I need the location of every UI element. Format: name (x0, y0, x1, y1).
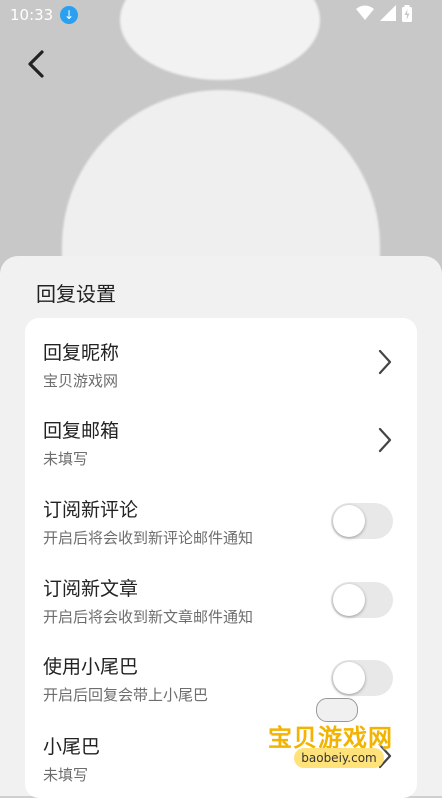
toggle-knob (333, 662, 365, 694)
wifi-icon (356, 5, 374, 20)
setting-title: 使用小尾巴 (43, 656, 139, 678)
setting-subtitle: 开启后将会收到新评论邮件通知 (43, 529, 254, 547)
setting-reply-email[interactable]: 回复邮箱 未填写 (25, 402, 417, 480)
chevron-left-icon (28, 50, 44, 78)
setting-title: 回复邮箱 (43, 420, 120, 442)
status-time: 10:33 (10, 6, 54, 24)
setting-subtitle: 未填写 (43, 450, 89, 468)
setting-title: 小尾巴 (43, 736, 101, 758)
chevron-right-icon (378, 349, 392, 375)
sheet-title: 回复设置 (36, 282, 116, 306)
download-icon: ↓ (60, 6, 78, 24)
setting-reply-nickname[interactable]: 回复昵称 宝贝游戏网 (25, 324, 417, 402)
site-watermark: 宝贝游戏网 baobeiy.com (264, 696, 414, 778)
setting-subtitle: 未填写 (43, 766, 89, 784)
setting-title: 回复昵称 (43, 342, 120, 364)
watermark-url: baobeiy.com (294, 748, 384, 768)
system-icons (356, 5, 412, 22)
toggle-knob (333, 584, 365, 616)
profile-header-background (0, 0, 442, 300)
subscribe-articles-toggle[interactable] (331, 582, 393, 618)
setting-title: 订阅新文章 (43, 578, 139, 600)
status-bar: 10:33 ↓ (0, 0, 442, 30)
toggle-knob (333, 505, 365, 537)
setting-subtitle: 宝贝游戏网 (43, 372, 119, 390)
setting-title: 订阅新评论 (43, 499, 139, 521)
setting-subtitle: 开启后将会收到新文章邮件通知 (43, 608, 254, 626)
setting-subscribe-comments: 订阅新评论 开启后将会收到新评论邮件通知 (25, 481, 417, 559)
back-button[interactable] (18, 46, 54, 82)
signal-icon (380, 5, 396, 21)
chevron-right-icon (378, 427, 392, 453)
setting-subscribe-articles: 订阅新文章 开启后将会收到新文章邮件通知 (25, 560, 417, 638)
use-tail-toggle[interactable] (331, 660, 393, 696)
setting-subtitle: 开启后回复会带上小尾巴 (43, 686, 209, 704)
subscribe-comments-toggle[interactable] (331, 503, 393, 539)
battery-icon (402, 5, 412, 22)
